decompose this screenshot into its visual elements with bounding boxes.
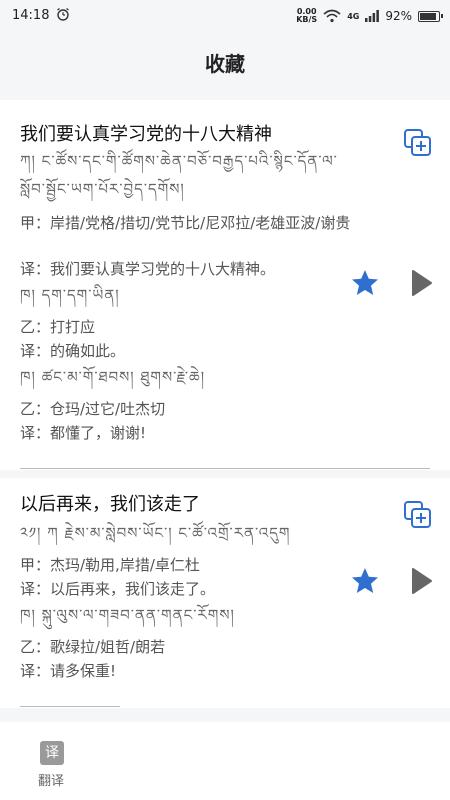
translation-line: 译：以后再来，我们该走了。 bbox=[20, 580, 216, 598]
signal-icon bbox=[365, 10, 380, 22]
speaker-c-line: 乙：仓玛/过它/吐杰切 bbox=[20, 400, 166, 418]
translation-line: 译：请多保重! bbox=[20, 662, 117, 680]
favorites-list[interactable]: 我们要认真学习党的十八大精神 ཀ། ང་ཚོས་དང་གི་ཚོགས་ཆེན་བ… bbox=[0, 92, 450, 722]
tibetan-line: ཁ། དག་དག་ཡིན། bbox=[20, 286, 120, 304]
battery-icon bbox=[418, 10, 443, 22]
network-type: 4G bbox=[347, 11, 360, 21]
network-speed: 0.00 KB/S bbox=[296, 8, 317, 24]
phrase-title: 我们要认真学习党的十八大精神 bbox=[20, 124, 272, 145]
translation-line: 译：都懂了，谢谢! bbox=[20, 424, 147, 442]
card-divider bbox=[20, 468, 430, 469]
tibetan-line: ཁ། སྐུ་ལུས་ལ་གཟབ་ནན་གནང་རོགས། bbox=[20, 606, 235, 624]
wifi-icon bbox=[323, 9, 341, 23]
bottom-nav: 译 翻译 bbox=[0, 722, 450, 800]
tibetan-line: ༢༡། ཀ རྗེས་མ་སླེབས་ཡོང་། ང་ཚོ་འགྲོ་རན་འད… bbox=[20, 524, 291, 542]
add-copy-icon[interactable] bbox=[403, 500, 433, 530]
list-end-divider bbox=[20, 706, 120, 707]
tibetan-line: ཁ། ཚང་མ་གོ་ཐབས། ཐུགས་རྗེ་ཆེ། bbox=[20, 368, 206, 386]
translation-line: 译：我们要认真学习党的十八大精神。 bbox=[20, 260, 276, 278]
tibetan-line: ཀ། ང་ཚོས་དང་གི་ཚོགས་ཆེན་བཅོ་བརྒྱད་པའི་སྙ… bbox=[20, 152, 338, 170]
speaker-a-line: 甲：岸措/党格/措切/党节比/尼邓拉/老雄亚波/谢贵 bbox=[20, 214, 351, 232]
translation-line: 译：的确如此。 bbox=[20, 342, 126, 360]
app-header: 收藏 bbox=[0, 32, 450, 92]
alarm-icon bbox=[57, 8, 69, 21]
translate-tab-icon[interactable]: 译 bbox=[40, 741, 64, 765]
add-copy-icon[interactable] bbox=[403, 128, 433, 158]
phrase-card: 以后再来，我们该走了 ༢༡། ཀ རྗེས་མ་སླེབས་ཡོང་། ང་ཚོ… bbox=[0, 478, 450, 708]
page-title: 收藏 bbox=[205, 52, 245, 76]
speaker-a-line: 甲：杰玛/勒用,岸措/卓仁杜 bbox=[20, 556, 200, 574]
phrase-card: 我们要认真学习党的十八大精神 ཀ། ང་ཚོས་དང་གི་ཚོགས་ཆེན་བ… bbox=[0, 100, 450, 470]
tab-translate-label[interactable]: 翻译 bbox=[38, 770, 64, 789]
status-bar: 14:18 0.00 KB/S 4G 92% bbox=[0, 0, 450, 32]
tibetan-line: སློབ་སྦྱོང་ཡག་པོར་བྱེད་དགོས། bbox=[20, 180, 185, 198]
speaker-b-line: 乙：歌绿拉/姐哲/朗若 bbox=[20, 638, 166, 656]
battery-level bbox=[420, 12, 436, 20]
star-icon[interactable] bbox=[350, 268, 380, 298]
battery-percent: 92% bbox=[385, 9, 412, 23]
network-speed-unit: KB/S bbox=[296, 15, 318, 24]
status-time: 14:18 bbox=[12, 8, 50, 23]
play-icon[interactable] bbox=[406, 268, 436, 298]
phrase-title: 以后再来，我们该走了 bbox=[20, 494, 200, 515]
play-icon[interactable] bbox=[406, 566, 436, 596]
speaker-b-line: 乙：打打应 bbox=[20, 318, 96, 336]
star-icon[interactable] bbox=[350, 566, 380, 596]
